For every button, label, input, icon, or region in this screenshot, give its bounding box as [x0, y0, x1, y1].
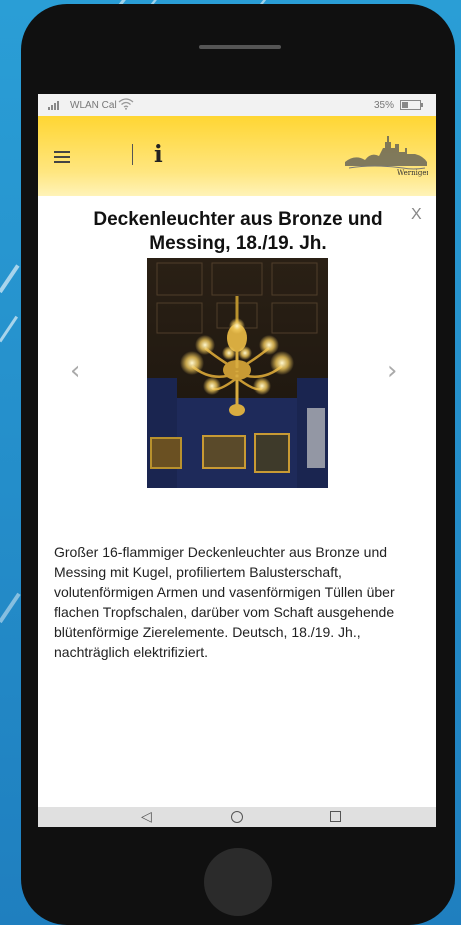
wifi-icon	[118, 98, 134, 113]
status-bar: WLAN Cal 35%	[38, 94, 436, 116]
chandelier-photo	[147, 258, 328, 488]
background-decoration	[0, 264, 20, 294]
item-description: Großer 16-flammiger Deckenleuchter aus B…	[54, 544, 395, 660]
phone-frame: WLAN Cal 35% i Wernigerode X Deckenleuch…	[21, 4, 455, 925]
app-bar: i Wernigerode	[38, 116, 436, 196]
battery-icon	[400, 100, 423, 110]
svg-text:Wernigerode: Wernigerode	[397, 169, 428, 177]
toolbar-divider	[132, 144, 133, 165]
system-navigation-bar: ◁	[38, 807, 436, 827]
close-icon[interactable]: X	[411, 206, 422, 224]
item-title: Deckenleuchter aus Bronze und Messing, 1…	[93, 209, 383, 254]
recent-apps-icon[interactable]	[330, 811, 341, 822]
back-icon[interactable]: ◁	[141, 808, 152, 825]
signal-icon	[48, 100, 59, 110]
home-button[interactable]	[204, 848, 272, 916]
chevron-right-icon[interactable]: ›	[387, 356, 397, 386]
phone-speaker	[199, 45, 281, 49]
hamburger-icon[interactable]	[54, 151, 70, 166]
info-icon[interactable]: i	[154, 141, 163, 168]
carrier-label: WLAN Cal	[70, 100, 117, 111]
chevron-left-icon[interactable]: ‹	[70, 356, 80, 386]
background-decoration	[0, 592, 21, 624]
phone-screen: WLAN Cal 35% i Wernigerode X Deckenleuch…	[38, 94, 436, 827]
battery-percentage: 35%	[374, 100, 395, 111]
home-icon[interactable]	[231, 811, 243, 823]
castle-logo: Wernigerode	[345, 136, 428, 177]
background-decoration	[0, 315, 19, 343]
